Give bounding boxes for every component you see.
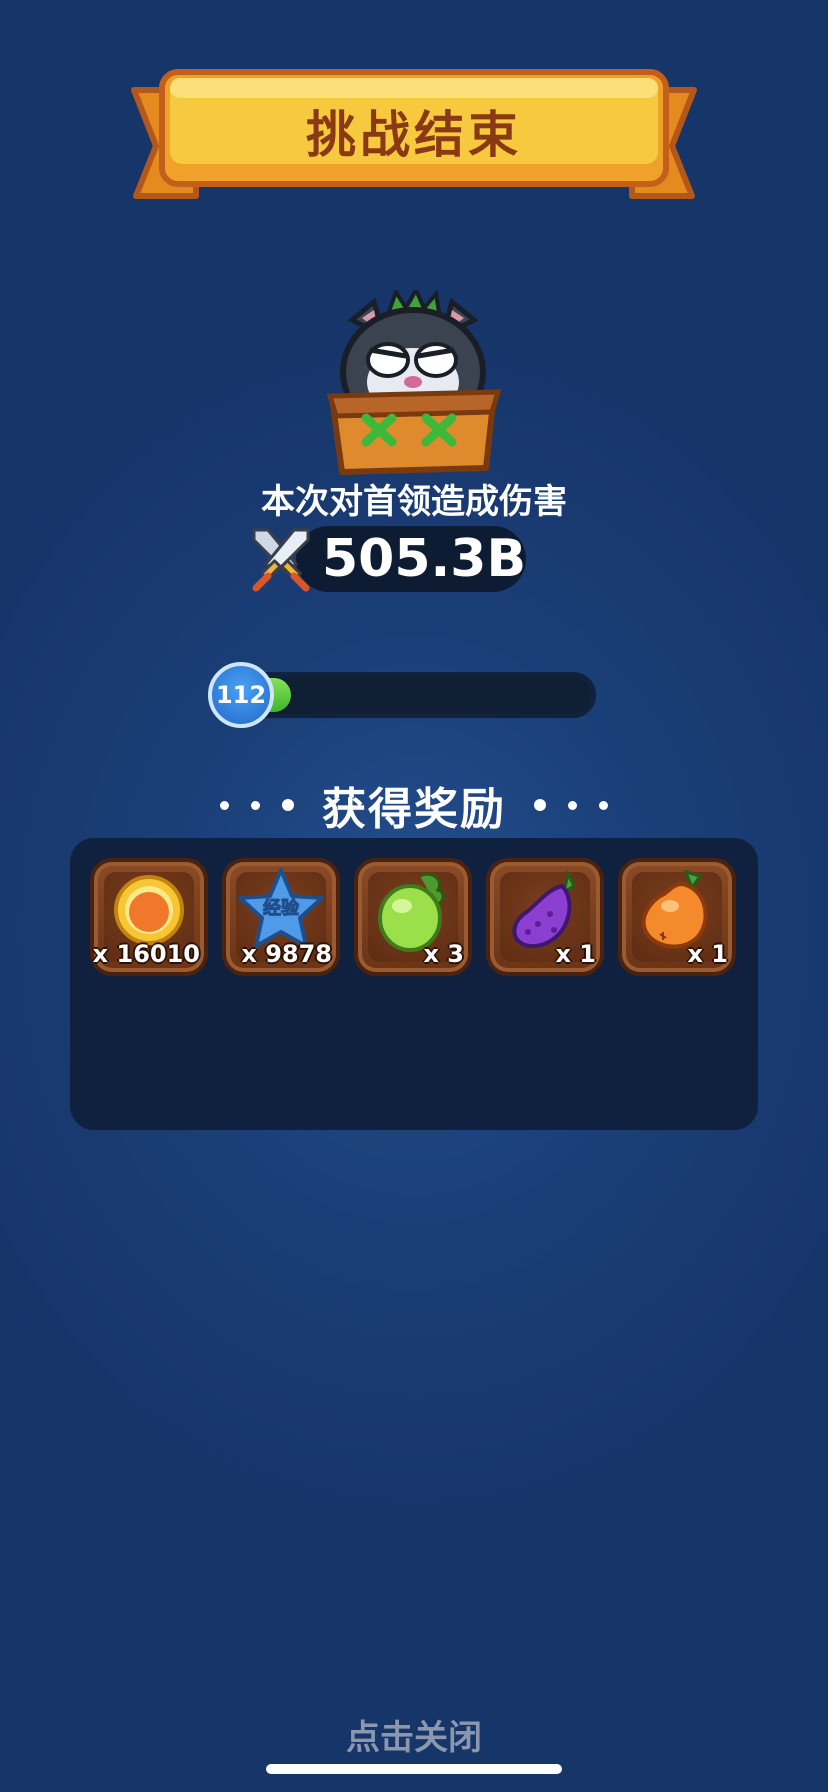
damage-label: 本次对首领造成伤害 — [261, 482, 567, 522]
exp-label: 经验 — [263, 897, 300, 919]
tap-to-close-button[interactable]: 点击关闭 — [0, 1710, 828, 1759]
boss-cat-icon — [322, 285, 504, 480]
title-text: 挑战结束 — [306, 106, 522, 164]
reward-slot-green-fruit[interactable]: x 3 — [358, 862, 468, 972]
home-indicator[interactable] — [266, 1764, 562, 1774]
title-banner: 挑战结束 — [126, 66, 702, 216]
reward-qty: x 9878 — [241, 940, 332, 968]
reward-slot-exp[interactable]: 经验 x 9878 — [226, 862, 336, 972]
reward-qty: x 16010 — [92, 940, 200, 968]
rewards-heading: 获得奖励 — [0, 776, 828, 835]
reward-slot-eggplant[interactable]: x 1 — [490, 862, 600, 972]
reward-qty: x 1 — [687, 940, 728, 968]
rewards-title: 获得奖励 — [322, 784, 506, 835]
right-dots-decoration — [534, 799, 608, 811]
reward-qty: x 3 — [423, 940, 464, 968]
damage-value: 505.3B — [322, 529, 527, 589]
left-dots-decoration — [220, 799, 294, 811]
reward-slot-coin[interactable]: x 16010 — [92, 862, 204, 972]
reward-qty: x 1 — [555, 940, 596, 968]
crossed-swords-icon — [246, 524, 316, 594]
level-progress-track — [240, 672, 596, 718]
level-badge: 112 — [208, 662, 274, 728]
reward-slot-orange-fruit[interactable]: x 1 — [622, 862, 732, 972]
